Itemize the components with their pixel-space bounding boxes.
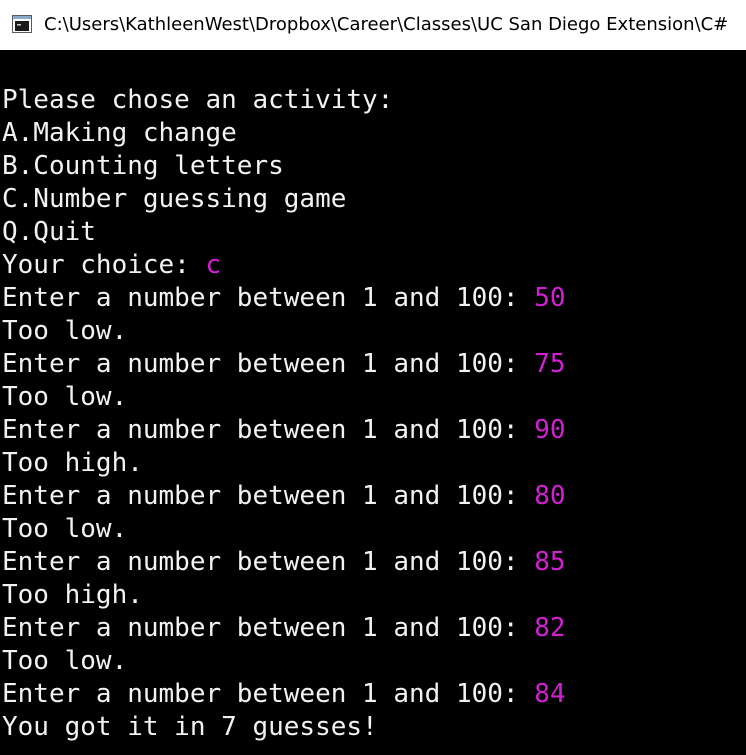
console-line-text: Q.Quit — [2, 217, 96, 247]
console-window: C:\Users\KathleenWest\Dropbox\Career\Cla… — [0, 0, 746, 755]
user-input-text: 90 — [534, 415, 566, 445]
console-lines: Please chose an activity: A.Making change… — [2, 84, 566, 744]
console-output[interactable]: Please chose an activity: A.Making change… — [0, 50, 746, 755]
console-line-text: Too low. — [2, 514, 128, 544]
console-line: Enter a number between 1 and 100: 50 — [2, 282, 566, 315]
console-line: B.Counting letters — [2, 150, 566, 183]
user-input-text: 50 — [534, 283, 566, 313]
user-input-text: 85 — [534, 547, 566, 577]
console-line: Enter a number between 1 and 100: 80 — [2, 480, 566, 513]
console-line: Enter a number between 1 and 100: 75 — [2, 348, 566, 381]
console-line: Please chose an activity: — [2, 84, 566, 117]
user-input-text: c — [205, 250, 222, 280]
console-line: Your choice: c — [2, 249, 566, 282]
console-line-text: Your choice: — [2, 250, 206, 280]
console-line-text: Too high. — [2, 580, 143, 610]
console-line: C.Number guessing game — [2, 183, 566, 216]
console-line-text: Too low. — [2, 316, 128, 346]
console-window-icon[interactable] — [12, 15, 32, 33]
user-input-text: 84 — [534, 679, 566, 709]
console-line: Too high. — [2, 579, 566, 612]
console-line-text: Enter a number between 1 and 100: — [2, 613, 535, 643]
window-title: C:\Users\KathleenWest\Dropbox\Career\Cla… — [44, 14, 729, 35]
user-input-text: 75 — [534, 349, 566, 379]
console-line: Enter a number between 1 and 100: 84 — [2, 678, 566, 711]
console-line: Enter a number between 1 and 100: 90 — [2, 414, 566, 447]
console-line: You got it in 7 guesses! — [2, 711, 566, 744]
console-line-text: Enter a number between 1 and 100: — [2, 679, 535, 709]
console-line-text: Too low. — [2, 646, 128, 676]
console-line-text: C.Number guessing game — [2, 184, 347, 214]
console-line: Too low. — [2, 315, 566, 348]
console-line: Q.Quit — [2, 216, 566, 249]
console-line: A.Making change — [2, 117, 566, 150]
console-line-text: Enter a number between 1 and 100: — [2, 283, 535, 313]
title-bar[interactable]: C:\Users\KathleenWest\Dropbox\Career\Cla… — [0, 0, 746, 50]
console-line-text: Enter a number between 1 and 100: — [2, 481, 535, 511]
console-line-text: You got it in 7 guesses! — [2, 712, 378, 742]
console-line-text: Enter a number between 1 and 100: — [2, 349, 535, 379]
console-line-text: Enter a number between 1 and 100: — [2, 547, 535, 577]
console-line: Too low. — [2, 513, 566, 546]
console-line-text: Enter a number between 1 and 100: — [2, 415, 535, 445]
console-line: Enter a number between 1 and 100: 82 — [2, 612, 566, 645]
console-line: Enter a number between 1 and 100: 85 — [2, 546, 566, 579]
console-line: Too low. — [2, 381, 566, 414]
console-line-text: B.Counting letters — [2, 151, 284, 181]
console-line: Too high. — [2, 447, 566, 480]
user-input-text: 80 — [534, 481, 566, 511]
console-line-text: Please chose an activity: — [2, 85, 394, 115]
console-line-text: Too high. — [2, 448, 143, 478]
console-line-text: Too low. — [2, 382, 128, 412]
console-line: Too low. — [2, 645, 566, 678]
user-input-text: 82 — [534, 613, 566, 643]
console-line-text: A.Making change — [2, 118, 237, 148]
